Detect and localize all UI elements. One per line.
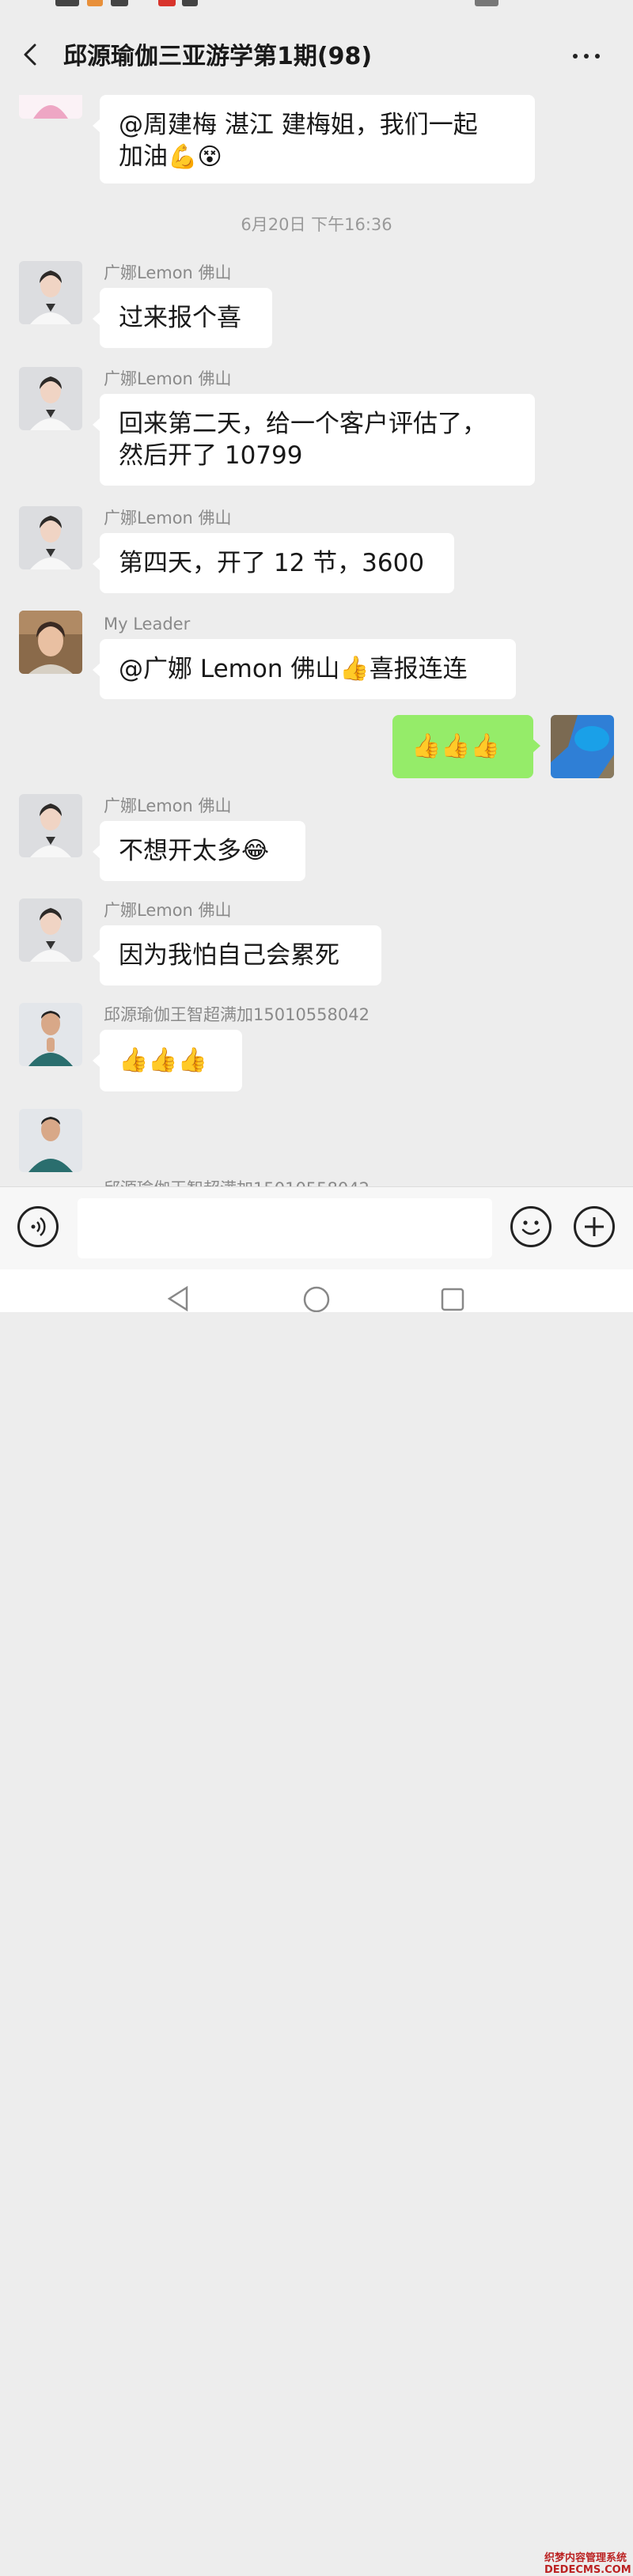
input-bar — [0, 1186, 633, 1270]
app-notification-icon — [182, 0, 198, 6]
status-bar — [0, 0, 633, 13]
message-text: 加油 — [119, 142, 168, 171]
message-notification-icon — [111, 0, 128, 6]
message-text: 因为我怕自己会累死 — [119, 941, 339, 970]
system-navigation-bar: 织梦内容管理系统 DEDECMS.COM — [0, 1269, 633, 2576]
message-bubble[interactable]: 回来第二天，给一个客户评估了， 然后开了 10799 — [93, 394, 535, 486]
avatar-guangna[interactable] — [19, 367, 82, 430]
avatar-guangna[interactable] — [19, 261, 82, 324]
message-bubble[interactable]: 第四天，开了 12 节，3600 — [93, 533, 454, 593]
message-bubble-self[interactable]: 👍👍👍 — [392, 715, 540, 778]
message-bubble[interactable]: 过来报个喜 — [93, 288, 272, 348]
message-text: @广娜 Lemon 佛山 — [119, 655, 340, 683]
sender-name: 邱源瑜伽王智超满加15010558042 — [104, 1005, 370, 1024]
battery-icon — [475, 0, 498, 6]
avatar-my-leader[interactable] — [19, 611, 82, 674]
avatar-guangna[interactable] — [19, 506, 82, 569]
sender-name: 广娜Lemon 佛山 — [104, 369, 232, 388]
message-text: 第四天，开了 12 节，3600 — [119, 549, 425, 577]
watermark: 织梦内容管理系统 DEDECMS.COM — [544, 2552, 631, 2576]
sender-name: 广娜Lemon 佛山 — [104, 796, 232, 815]
voice-input-icon[interactable] — [17, 1206, 59, 1247]
dizzy-face-icon: 😵 — [197, 143, 222, 171]
thumbs-up-icon: 👍👍👍 — [411, 732, 501, 760]
message-bubble[interactable]: @广娜 Lemon 佛山 👍 喜报连连 — [93, 639, 516, 699]
app-notification-icon — [158, 0, 176, 6]
nav-recents-icon[interactable] — [440, 1285, 465, 1315]
emoji-picker-icon[interactable] — [510, 1206, 552, 1247]
message-bubble[interactable]: 不想开太多 😂 — [93, 821, 305, 881]
sender-name: 邱源瑜伽王智超满加15010558042 — [104, 1178, 370, 1186]
message-text: @周建梅 湛江 建梅姐，我们一起 — [119, 111, 478, 139]
more-actions-plus-icon[interactable] — [574, 1206, 615, 1247]
message-text: 然后开了 10799 — [119, 441, 303, 470]
message-input[interactable] — [78, 1198, 492, 1258]
message-text: 不想开太多 — [119, 837, 241, 865]
timestamp: 6月20日 下午16:36 — [241, 215, 392, 234]
message-text: 回来第二天，给一个客户评估了， — [119, 410, 487, 438]
app-notification-icon — [87, 0, 103, 6]
thumbs-up-icon: 👍 — [339, 655, 370, 683]
sender-name: 广娜Lemon 佛山 — [104, 901, 232, 920]
avatar[interactable] — [19, 95, 82, 119]
flexed-biceps-icon: 💪 — [168, 143, 198, 171]
nav-home-icon[interactable] — [302, 1285, 331, 1315]
message-text: 过来报个喜 — [119, 304, 241, 332]
chat-header: 邱源瑜伽三亚游学第1期(98) — [0, 13, 633, 95]
signal-icon — [55, 0, 79, 6]
avatar-wang-zhichao[interactable] — [19, 1109, 82, 1172]
sender-name: 广娜Lemon 佛山 — [104, 263, 232, 282]
message-bubble[interactable]: @周建梅 湛江 建梅姐，我们一起 加油💪😵 — [93, 95, 535, 183]
sender-name: My Leader — [104, 615, 191, 634]
group-chat-title: 邱源瑜伽三亚游学第1期(98) — [63, 43, 373, 70]
message-bubble[interactable]: 👍👍👍 — [93, 1030, 242, 1091]
thumbs-up-icon: 👍👍👍 — [119, 1046, 208, 1074]
avatar-guangna[interactable] — [19, 794, 82, 857]
laughing-crying-icon: 😂 — [241, 837, 270, 864]
message-bubble[interactable]: 因为我怕自己会累死 — [93, 925, 381, 985]
more-options-icon[interactable] — [571, 44, 603, 68]
message-text: 喜报连连 — [369, 655, 468, 683]
nav-back-icon[interactable] — [166, 1285, 190, 1315]
message-list[interactable]: @周建梅 湛江 建梅姐，我们一起 加油💪😵 6月20日 下午16:36 广娜Le… — [0, 95, 633, 1186]
avatar-wang-zhichao[interactable] — [19, 1003, 82, 1066]
back-arrow-icon[interactable] — [19, 43, 43, 66]
avatar-self[interactable] — [551, 715, 614, 778]
avatar-guangna[interactable] — [19, 898, 82, 962]
sender-name: 广娜Lemon 佛山 — [104, 509, 232, 528]
